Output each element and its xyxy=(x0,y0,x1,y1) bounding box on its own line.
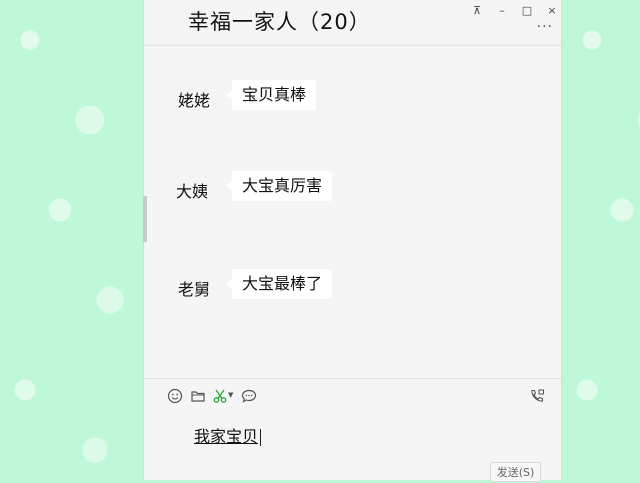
message-input-text: 我家宝贝 xyxy=(194,427,259,446)
text-caret xyxy=(260,429,262,446)
chat-window: 幸福一家人（20） ⊼ – □ × ··· 姥姥 宝贝真棒 大姨 大宝真厉害 老… xyxy=(143,0,562,482)
minimize-button[interactable]: – xyxy=(491,2,513,20)
message-sender: 老舅 xyxy=(178,280,211,299)
message-bubble[interactable]: 宝贝真棒 xyxy=(225,80,317,110)
composer: ▼ 我家宝贝 发送(S) xyxy=(144,378,561,482)
chat-title: 幸福一家人（20） xyxy=(188,10,371,34)
scissors-icon[interactable] xyxy=(211,388,229,406)
title-bar: 幸福一家人（20） ⊼ – □ × ··· xyxy=(144,0,561,46)
maximize-button[interactable]: □ xyxy=(516,2,538,20)
close-button[interactable]: × xyxy=(541,2,563,20)
more-options-icon[interactable]: ··· xyxy=(537,20,553,34)
message-input[interactable]: 我家宝贝 xyxy=(194,425,524,449)
message-sender: 姥姥 xyxy=(178,91,211,110)
wallpaper-left xyxy=(0,0,143,480)
message-bubble[interactable]: 大宝真厉害 xyxy=(225,171,333,201)
voice-call-icon[interactable] xyxy=(528,388,546,406)
wallpaper-right xyxy=(562,0,640,480)
emoji-icon[interactable] xyxy=(166,388,184,406)
message-sender: 大姨 xyxy=(176,182,209,201)
send-button[interactable]: 发送(S) xyxy=(490,462,541,482)
message-list[interactable]: 姥姥 宝贝真棒 大姨 大宝真厉害 老舅 大宝最棒了 xyxy=(144,46,561,378)
message-bubble[interactable]: 大宝最棒了 xyxy=(225,269,333,299)
chevron-down-icon[interactable]: ▼ xyxy=(228,391,233,399)
pin-icon[interactable]: ⊼ xyxy=(466,2,488,20)
chat-history-icon[interactable] xyxy=(240,388,258,406)
folder-icon[interactable] xyxy=(189,388,207,406)
